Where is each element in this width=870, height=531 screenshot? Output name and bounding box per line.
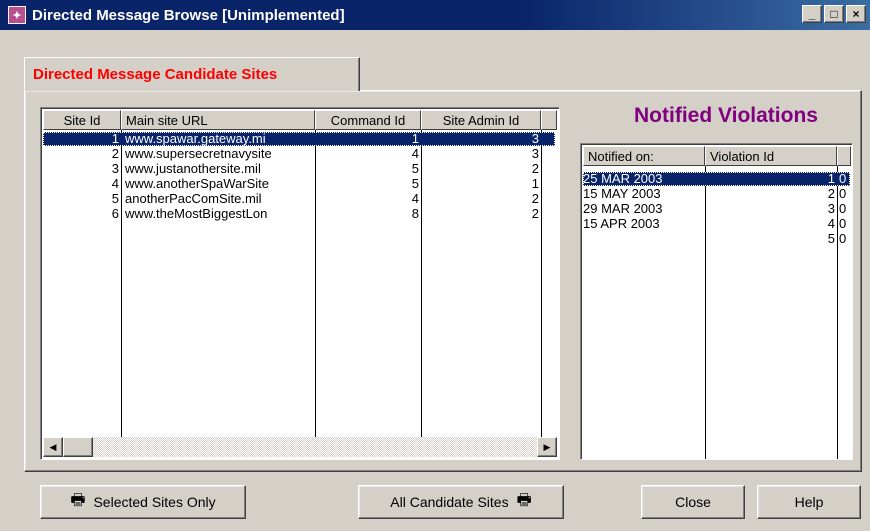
all-candidate-sites-button[interactable]: All Candidate Sites 🖶 — [358, 485, 564, 519]
cell-admin-id: 3 — [531, 132, 539, 146]
cell-notified-on: 15 APR 2003 — [583, 217, 660, 231]
cell-extra: 0 — [839, 232, 847, 246]
cell-extra: 0 — [839, 187, 847, 201]
cell-url: www.theMostBiggestLon — [125, 207, 268, 221]
table-row[interactable]: 2 www.supersecretnavysite 4 3 — [43, 147, 555, 161]
tab-candidate-sites[interactable]: Directed Message Candidate Sites — [24, 57, 360, 91]
violations-table[interactable]: Notified on: Violation Id 25 MAR 2003 1 0 1… — [580, 143, 853, 460]
scroll-left-button[interactable]: ◀ — [43, 437, 63, 457]
scroll-right-button[interactable]: ▶ — [537, 437, 557, 457]
app-icon[interactable]: ✦ — [8, 6, 26, 24]
close-window-button[interactable]: × — [846, 5, 866, 23]
window-title: Directed Message Browse [Unimplemented] — [32, 6, 345, 24]
table-row[interactable]: 3 www.justanothersite.mil 5 2 — [43, 162, 555, 176]
cell-violation-id: 3 — [827, 202, 835, 216]
list-item[interactable]: 15 MAY 2003 2 0 — [583, 187, 850, 201]
cell-site-id: 5 — [111, 192, 119, 206]
cell-url: www.supersecretnavysite — [125, 147, 272, 161]
cell-url: anotherPacComSite.mil — [125, 192, 262, 206]
table-row[interactable]: 5 anotherPacComSite.mil 4 2 — [43, 192, 555, 206]
cell-notified-on: 29 MAR 2003 — [583, 202, 663, 216]
cell-admin-id: 3 — [531, 147, 539, 161]
cell-admin-id: 2 — [531, 207, 539, 221]
sites-horizontal-scrollbar[interactable]: ◀ ▶ — [43, 437, 557, 457]
printer-icon: 🖶 — [516, 491, 532, 509]
all-sites-label: All Candidate Sites — [390, 494, 509, 510]
cell-site-id: 1 — [111, 132, 119, 146]
column-header-notified-on[interactable]: Notified on: — [583, 146, 705, 166]
cell-admin-id: 1 — [531, 177, 539, 191]
cell-site-id: 4 — [111, 177, 119, 191]
cell-url: www.anotherSpaWarSite — [125, 177, 270, 191]
cell-extra: 0 — [839, 217, 847, 231]
selected-sites-only-button[interactable]: 🖶 Selected Sites Only — [40, 485, 246, 519]
cell-url: www.justanothersite.mil — [125, 162, 261, 176]
table-row[interactable]: 6 www.theMostBiggestLon 8 2 — [43, 207, 555, 221]
column-header-violation-id[interactable]: Violation Id — [705, 146, 837, 166]
cell-site-id: 6 — [111, 207, 119, 221]
help-button[interactable]: Help — [757, 485, 861, 519]
cell-extra: 0 — [839, 202, 847, 216]
column-header-filler — [541, 110, 557, 130]
maximize-button[interactable]: □ — [824, 5, 844, 23]
cell-command-id: 4 — [411, 192, 419, 206]
cell-admin-id: 2 — [531, 162, 539, 176]
cell-notified-on: 15 MAY 2003 — [583, 187, 661, 201]
list-item[interactable]: 25 MAR 2003 1 0 — [583, 172, 850, 186]
column-header-main-site-url[interactable]: Main site URL — [121, 110, 315, 130]
cell-command-id: 1 — [411, 132, 419, 146]
minimize-button[interactable]: _ — [802, 5, 822, 23]
column-header-command-id[interactable]: Command Id — [315, 110, 421, 130]
printer-icon: 🖶 — [70, 491, 86, 509]
list-item[interactable]: 29 MAR 2003 3 0 — [583, 202, 850, 216]
cell-violation-id: 4 — [827, 217, 835, 231]
cell-url: www.spawar.gateway.mi — [125, 132, 266, 146]
cell-violation-id: 5 — [827, 232, 835, 246]
selected-sites-label: Selected Sites Only — [93, 494, 216, 510]
cell-notified-on — [583, 232, 703, 246]
cell-violation-id: 1 — [827, 172, 835, 186]
cell-extra: 0 — [839, 172, 847, 186]
tab-label: Directed Message Candidate Sites — [33, 66, 278, 83]
table-row[interactable]: 4 www.anotherSpaWarSite 5 1 — [43, 177, 555, 191]
column-header-extra[interactable] — [837, 146, 851, 166]
table-row[interactable]: 1 www.spawar.gateway.mi 1 3 — [43, 132, 555, 146]
violations-title: Notified Violations — [634, 104, 818, 127]
close-button[interactable]: Close — [641, 485, 745, 519]
cell-site-id: 2 — [111, 147, 119, 161]
cell-command-id: 5 — [411, 162, 419, 176]
list-item[interactable]: 15 APR 2003 4 0 — [583, 217, 850, 231]
cell-admin-id: 2 — [531, 192, 539, 206]
close-label: Close — [675, 494, 711, 510]
column-header-site-id[interactable]: Site Id — [43, 110, 121, 130]
cell-notified-on: 25 MAR 2003 — [583, 172, 663, 186]
window-controls: _ □ × — [802, 5, 866, 23]
help-label: Help — [794, 494, 824, 510]
cell-command-id: 8 — [411, 207, 419, 221]
cell-violation-id: 2 — [827, 187, 835, 201]
cell-command-id: 4 — [411, 147, 419, 161]
sites-table[interactable]: Site Id Main site URL Command Id Site Ad… — [40, 107, 560, 460]
column-header-site-admin-id[interactable]: Site Admin Id — [421, 110, 541, 130]
scroll-thumb[interactable] — [63, 437, 93, 457]
cell-site-id: 3 — [111, 162, 119, 176]
cell-command-id: 5 — [411, 177, 419, 191]
title-bar[interactable]: ✦ Directed Message Browse [Unimplemented… — [0, 0, 870, 30]
list-item[interactable]: 50 — [583, 232, 850, 246]
